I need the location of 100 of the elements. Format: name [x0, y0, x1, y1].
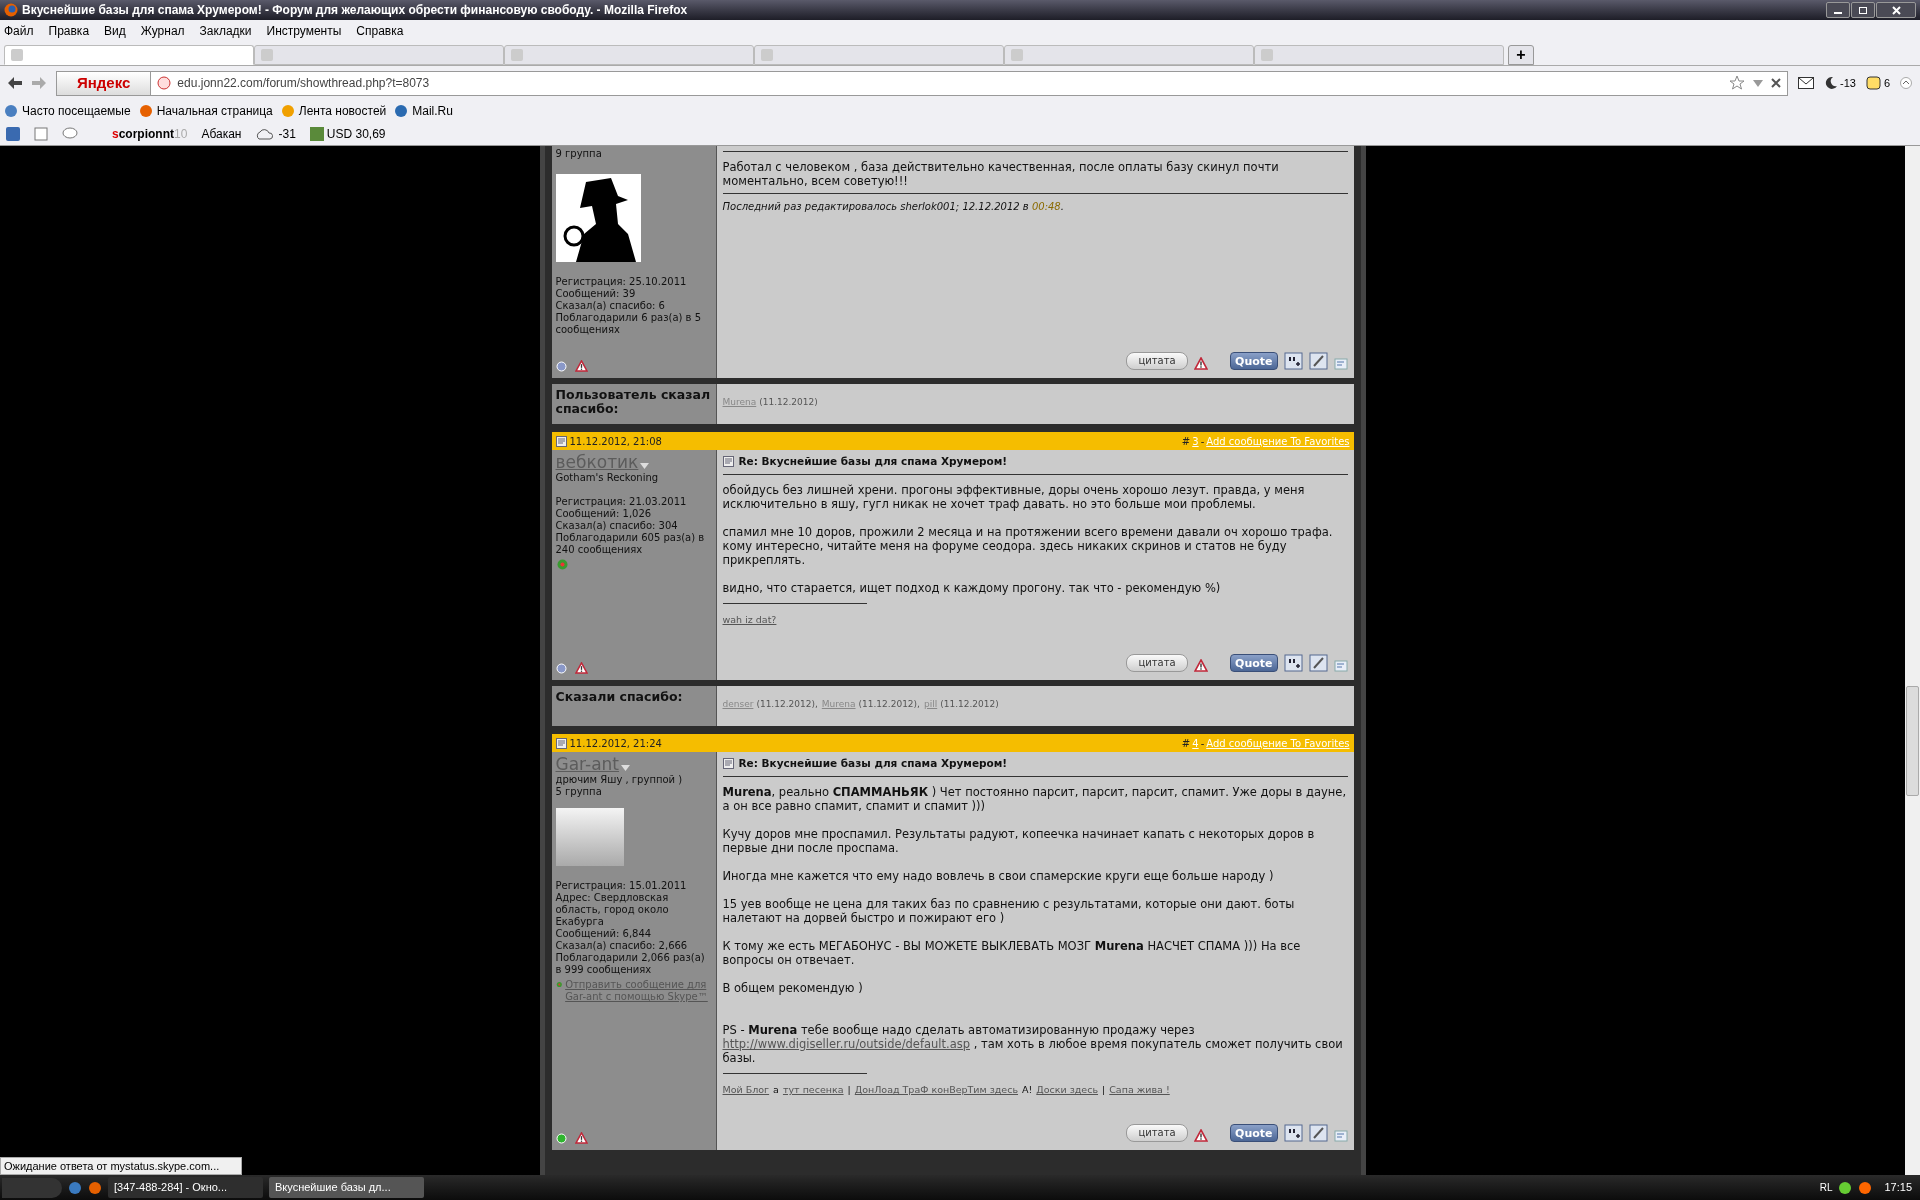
user-stat: Сказал(а) спасибо: 304 [555, 520, 679, 532]
tray-icon[interactable] [1858, 1180, 1873, 1195]
quote-image-button[interactable]: цитата [1126, 654, 1189, 672]
moon-icon[interactable] [1823, 76, 1838, 90]
menu-item[interactable]: Вид [104, 22, 126, 40]
thanks-label: Сказали спасибо: [555, 690, 684, 704]
post-paragraph: Иногда мне кажется что ему надо вовлечь в свои спамерские круги еще больше народу ) [722, 869, 1275, 883]
weather-reading: -13 [1839, 75, 1856, 91]
app-icon[interactable] [6, 126, 20, 141]
clock: 17:15 [1883, 1180, 1913, 1196]
signature-link[interactable]: Доски здесь [1036, 1083, 1099, 1097]
bookmark-link[interactable]: Начальная страница [156, 102, 273, 120]
menu-item[interactable]: Закладки [199, 22, 252, 40]
post-paragraph: Murena, реально СПАММАНЬЯК ) Чет постоянно парсит, парсит, парсит, спамит. Уже доры в дауне, а он все равно спамит, спамит и спамит ))) [722, 785, 1348, 813]
scrollbar[interactable] [1905, 146, 1920, 1175]
signature-link[interactable]: Мой Блог [722, 1083, 770, 1097]
user-group: 9 группа [555, 148, 712, 160]
edit-icon[interactable] [1308, 654, 1328, 672]
language-indicator[interactable]: RL [1819, 1180, 1833, 1195]
city-label[interactable]: Абакан [201, 124, 242, 143]
mail-icon[interactable] [1797, 77, 1814, 89]
quote-button[interactable]: Quote [1230, 352, 1278, 370]
url-link[interactable]: http://www.digiseller.ru/outside/default.asp [722, 1037, 970, 1051]
close-button[interactable] [1876, 2, 1916, 18]
menu-item[interactable]: Правка [48, 22, 90, 40]
search-engine-logo[interactable]: Яндекс [57, 71, 152, 95]
maximize-button[interactable] [1851, 2, 1875, 18]
separator-text: - [1200, 736, 1205, 751]
notification-icon[interactable] [1865, 76, 1881, 90]
warning-icon[interactable] [1194, 357, 1209, 370]
user-stat: Поблагодарили 2,066 раз(а) в 999 сообщениях [555, 952, 706, 976]
window-title: Вкуснейшие базы для спама Хрумером! - Форум для желающих обрести финансовую свободу. - Mozilla Firefox [22, 2, 689, 19]
star-icon[interactable] [1728, 75, 1745, 91]
chat-bubble-icon[interactable] [62, 127, 78, 140]
start-button[interactable] [2, 1177, 62, 1198]
user-stat: Сказал(а) спасибо: 2,666 [555, 940, 689, 952]
post-subject: Re: Вкуснейшие базы для спама Хрумером! [738, 454, 1008, 468]
user-stat: Сообщений: 6,844 [555, 928, 653, 940]
menu-item[interactable]: Справка [356, 22, 404, 40]
thanks-label: Пользователь сказал спасибо: [555, 388, 712, 416]
document-icon [722, 757, 734, 769]
signature-link[interactable]: Сапа жива ! [1109, 1083, 1170, 1097]
edit-icon[interactable] [1308, 352, 1328, 370]
taskbar-button[interactable]: Вкуснейшие базы дл... [269, 1177, 424, 1198]
signature-link[interactable]: wah iz dat? [722, 613, 777, 627]
post-paragraph: видно, что старается, ищет подход к каждому прогону. так что - рекомендую %) [722, 581, 1222, 595]
bookmark-link[interactable]: Часто посещаемые [22, 102, 131, 120]
scrollbar-thumb[interactable] [1906, 686, 1919, 796]
site-icon [157, 76, 172, 90]
post-date: 11.12.2012, 21:08 [569, 434, 662, 449]
post-subject: Re: Вкуснейшие базы для спама Хрумером! [738, 756, 1008, 770]
url-text: edu.jonn22.com/forum/showthread.php?t=8073 [177, 75, 431, 92]
user-stat: Поблагодарили 605 раз(а) в 240 сообщениях [555, 532, 706, 556]
username-widget[interactable]: scorpionnt10 [112, 124, 188, 143]
address-bar[interactable]: Яндекс edu.jonn22.com/forum/showthread.php?t=8073 [56, 70, 1788, 96]
multi-quote-icon[interactable] [1283, 1124, 1303, 1142]
user-stat: Сообщений: 39 [555, 288, 637, 300]
user-stat: Регистрация: 15.01.2011 [555, 880, 688, 892]
minimize-button[interactable] [1826, 2, 1850, 18]
signature-link[interactable]: тут песенка [782, 1083, 844, 1097]
bookmark-link[interactable]: Лента новостей [298, 102, 387, 120]
user-stat: Сообщений: 1,026 [555, 508, 653, 520]
thanks-date: (11.12.2012) [759, 396, 818, 409]
back-arrow-icon[interactable] [8, 77, 22, 89]
quote-button[interactable]: Quote [1230, 1124, 1278, 1142]
edit-icon[interactable] [1308, 1124, 1328, 1142]
tray-icon[interactable] [1838, 1180, 1853, 1195]
menu-item[interactable]: Инструменты [266, 22, 342, 40]
quote-button[interactable]: Quote [1230, 654, 1278, 672]
scroll-up-icon[interactable] [1900, 77, 1912, 89]
user-stat: Поблагодарили 6 раз(а) в 5 сообщениях [555, 312, 703, 336]
warning-icon[interactable] [574, 1132, 588, 1144]
document-icon [555, 737, 567, 749]
thanks-date: (11.12.2012), [756, 698, 818, 711]
signature-text: | [847, 1083, 851, 1097]
new-tab-button[interactable]: + [1508, 45, 1534, 65]
warning-icon[interactable] [574, 360, 588, 372]
dropdown-caret-icon[interactable] [1752, 79, 1763, 87]
warning-icon[interactable] [1194, 659, 1209, 672]
menu-item[interactable]: Файл [4, 22, 34, 40]
multi-quote-icon[interactable] [1283, 654, 1303, 672]
quick-launch-icon[interactable] [68, 1180, 82, 1195]
currency-rate[interactable]: USD 30,69 [326, 124, 386, 143]
menu-item[interactable]: Журнал [140, 22, 185, 40]
bookmark-link[interactable]: Mail.Ru [412, 102, 453, 120]
multi-quote-icon[interactable] [1283, 352, 1303, 370]
quote-image-button[interactable]: цитата [1126, 352, 1189, 370]
edit-note: Последний раз редактировалось sherlok001; 12.12.2012 в 00:48. [722, 201, 1064, 212]
bookmark-icon [394, 104, 409, 118]
user-title: Gotham's Reckoning [555, 472, 660, 484]
warning-icon[interactable] [574, 662, 588, 674]
user-title: дрючим Яшу , группой ) [555, 774, 684, 786]
browser-logo-icon [4, 3, 18, 17]
quote-image-button[interactable]: цитата [1126, 1124, 1189, 1142]
close-icon[interactable] [1770, 78, 1781, 88]
signature-link[interactable]: ДонЛоад ТраФ конВерТим здесь [854, 1083, 1019, 1097]
post-date: 11.12.2012, 21:24 [569, 736, 662, 751]
warning-icon[interactable] [1194, 1129, 1209, 1142]
taskbar-button[interactable]: [347-488-284] - Окно... [108, 1177, 263, 1198]
quick-launch-icon[interactable] [88, 1180, 102, 1195]
